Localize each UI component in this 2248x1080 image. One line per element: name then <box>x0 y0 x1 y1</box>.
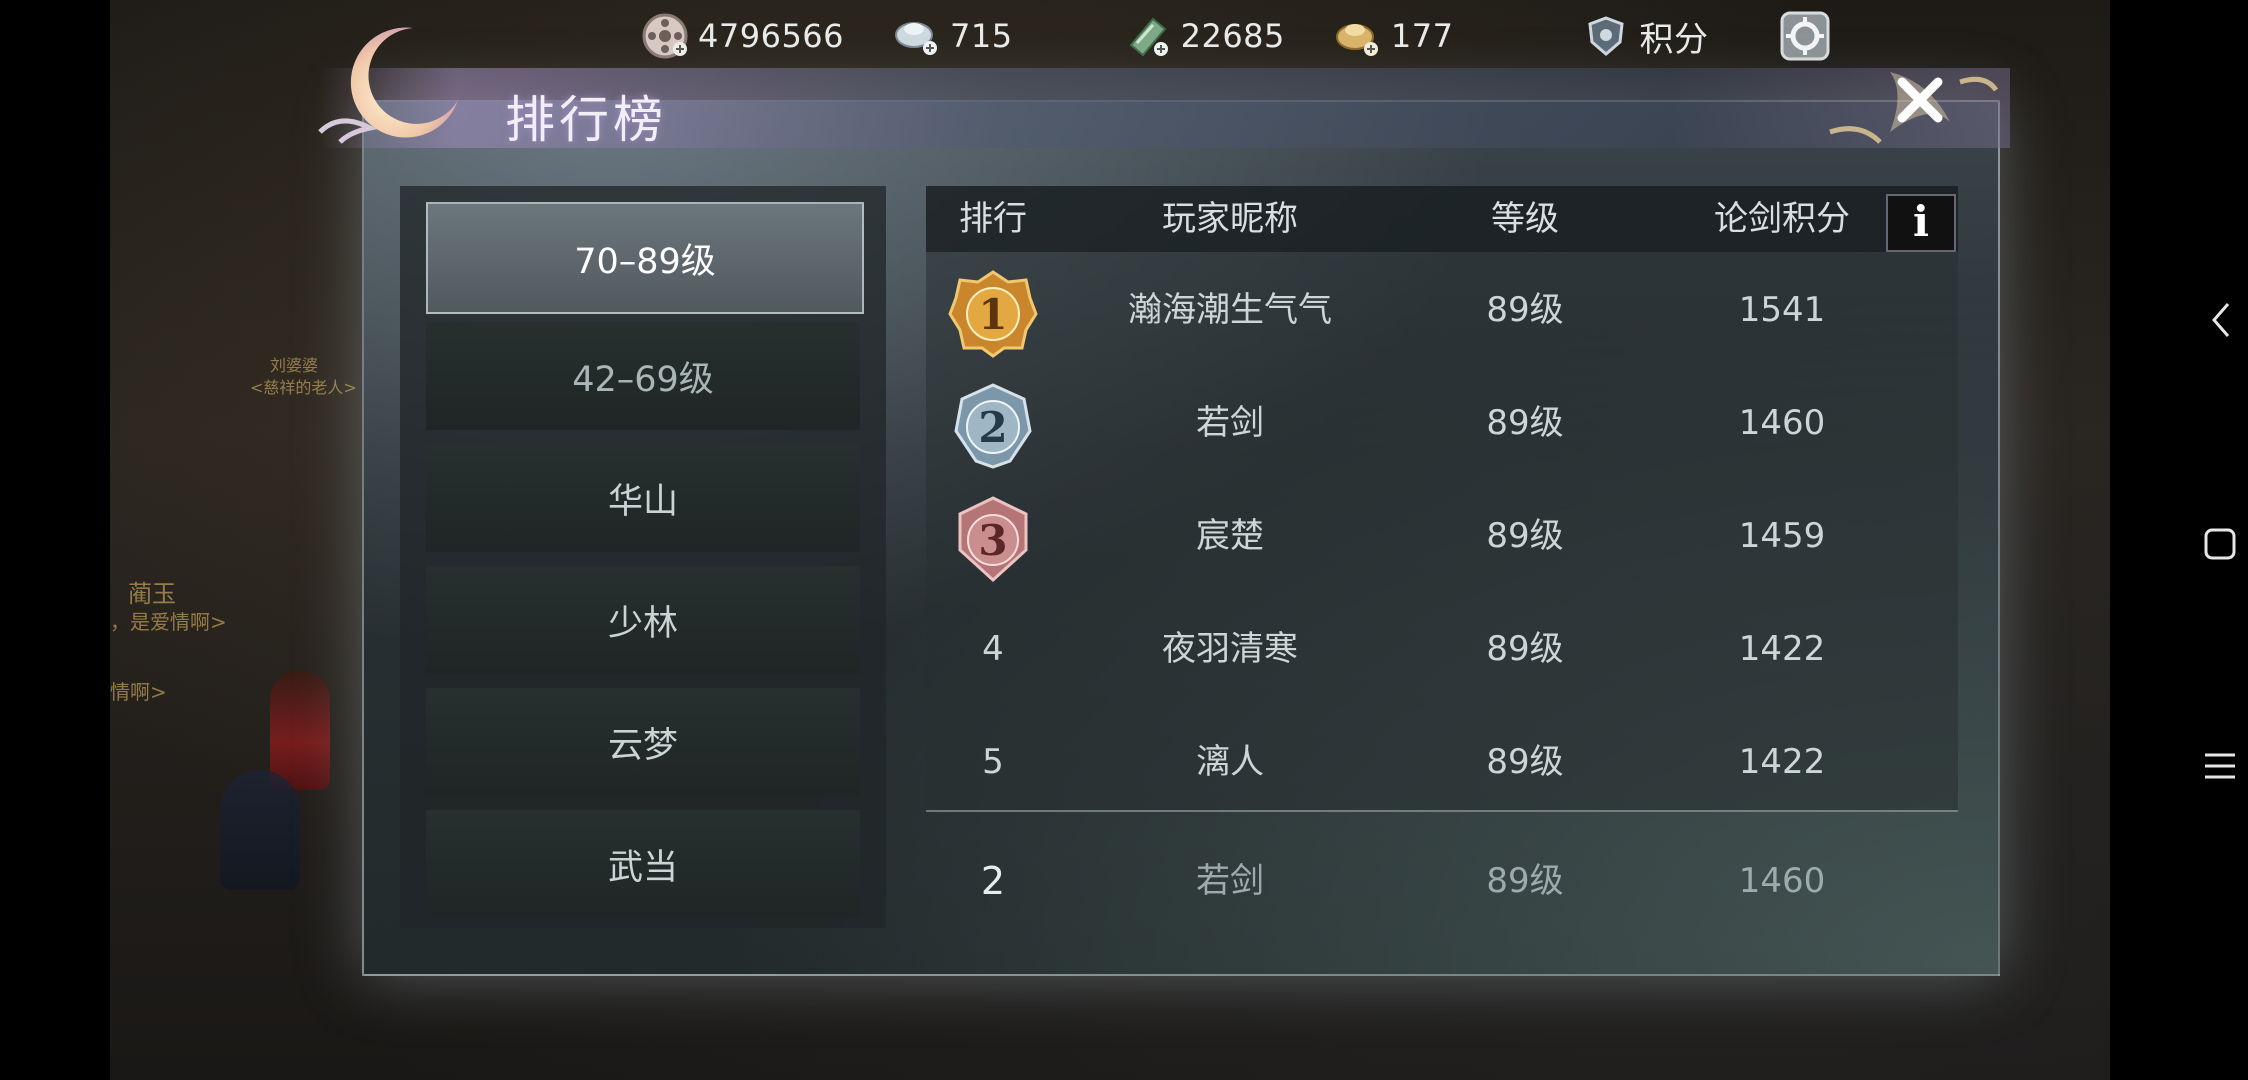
tab-huashan[interactable]: 华山 <box>426 444 860 552</box>
player-score: 1541 <box>1738 290 1826 330</box>
my-name: 若剑 <box>1196 861 1264 901</box>
table-row[interactable]: 4 夜羽清寒 89级 1422 <box>926 593 1958 706</box>
player-level: 89级 <box>1486 516 1564 556</box>
resource-gold[interactable]: 177 <box>1333 11 1454 61</box>
tab-level-70-89[interactable]: 70–89级 <box>426 202 864 314</box>
player-level: 89级 <box>1486 629 1564 669</box>
table-row[interactable]: 5 漓人 89级 1422 <box>926 706 1958 819</box>
chat-name: 蔺玉 <box>128 580 176 608</box>
svg-text:3: 3 <box>978 516 1007 565</box>
character-figure <box>270 670 330 790</box>
resource-value: 177 <box>1390 17 1454 55</box>
silver-medal-icon: 2 <box>946 381 1040 471</box>
player-level: 89级 <box>1486 742 1564 782</box>
header-name: 玩家昵称 <box>1162 199 1298 239</box>
player-name: 宸楚 <box>1196 516 1264 556</box>
table-header: 排行 玩家昵称 等级 论剑积分 i <box>926 186 1958 252</box>
chat-line: ，是爱情啊> <box>110 610 227 634</box>
category-tab-list: 70–89级 42–69级 华山 少林 云梦 武当 <box>400 186 886 928</box>
silver-ingot-add-icon <box>892 11 942 61</box>
npc-name: 刘婆婆 <box>270 356 319 375</box>
my-rank-row[interactable]: 2 若剑 89级 1460 <box>926 825 1958 938</box>
player-name: 若剑 <box>1196 403 1264 443</box>
player-level: 89级 <box>1486 290 1564 330</box>
player-score: 1460 <box>1738 403 1826 443</box>
resource-value: 4796566 <box>698 17 845 55</box>
table-divider <box>926 810 1958 812</box>
resource-silver[interactable]: 715 <box>892 11 1013 61</box>
ranking-table: 排行 玩家昵称 等级 论剑积分 i 1 瀚海潮生气气 89级 1541 2 若剑… <box>926 186 1958 812</box>
resource-value: 22685 <box>1180 17 1285 55</box>
my-rank: 2 <box>980 859 1006 903</box>
gold-ingot-add-icon <box>1333 11 1383 61</box>
header-score: 论剑积分 <box>1714 199 1850 239</box>
player-score: 1422 <box>1738 742 1826 782</box>
close-button[interactable] <box>1810 52 2000 152</box>
points-shield-icon <box>1581 11 1631 61</box>
table-row[interactable]: 2 若剑 89级 1460 <box>926 367 1958 480</box>
crescent-moon-icon <box>318 20 468 150</box>
table-row[interactable]: 1 瀚海潮生气气 89级 1541 <box>926 254 1958 367</box>
player-score: 1459 <box>1738 516 1826 556</box>
resource-jade[interactable]: 22685 <box>1123 11 1285 61</box>
player-rank: 5 <box>982 742 1004 782</box>
player-level: 89级 <box>1486 403 1564 443</box>
player-score: 1422 <box>1738 629 1826 669</box>
resource-value: 715 <box>950 17 1013 55</box>
my-level: 89级 <box>1486 861 1564 901</box>
menu-icon[interactable] <box>2200 746 2240 786</box>
svg-text:1: 1 <box>978 290 1007 339</box>
header-level: 等级 <box>1491 199 1559 239</box>
info-button[interactable]: i <box>1886 194 1956 252</box>
svg-text:2: 2 <box>978 403 1007 452</box>
resource-coin[interactable]: 4796566 <box>640 11 844 61</box>
jade-add-icon <box>1123 11 1173 61</box>
home-icon[interactable] <box>2200 524 2240 564</box>
gold-medal-icon: 1 <box>946 268 1040 358</box>
coin-film-icon <box>640 11 690 61</box>
my-score: 1460 <box>1738 861 1826 901</box>
tab-shaolin[interactable]: 少林 <box>426 566 860 674</box>
header-rank: 排行 <box>959 199 1027 239</box>
character-figure <box>220 770 300 890</box>
table-row[interactable]: 3 宸楚 89级 1459 <box>926 480 1958 593</box>
player-rank: 4 <box>982 629 1004 669</box>
tab-wudang[interactable]: 武当 <box>426 810 860 918</box>
back-icon[interactable] <box>2200 300 2240 340</box>
tab-yunmeng[interactable]: 云梦 <box>426 688 860 796</box>
points-label: 积分 <box>1639 19 1709 60</box>
npc-title: <慈祥的老人> <box>250 378 357 397</box>
tab-level-42-69[interactable]: 42–69级 <box>426 322 860 430</box>
page-title: 排行榜 <box>505 91 667 149</box>
bronze-medal-icon: 3 <box>946 494 1040 584</box>
player-name: 漓人 <box>1196 742 1264 782</box>
points-button[interactable]: 积分 <box>1581 11 1708 61</box>
player-name: 瀚海潮生气气 <box>1128 290 1332 330</box>
player-name: 夜羽清寒 <box>1162 629 1298 669</box>
chat-line: 情啊> <box>110 680 167 704</box>
resource-bar: 4796566 715 22685 177 积分 <box>640 8 1890 64</box>
